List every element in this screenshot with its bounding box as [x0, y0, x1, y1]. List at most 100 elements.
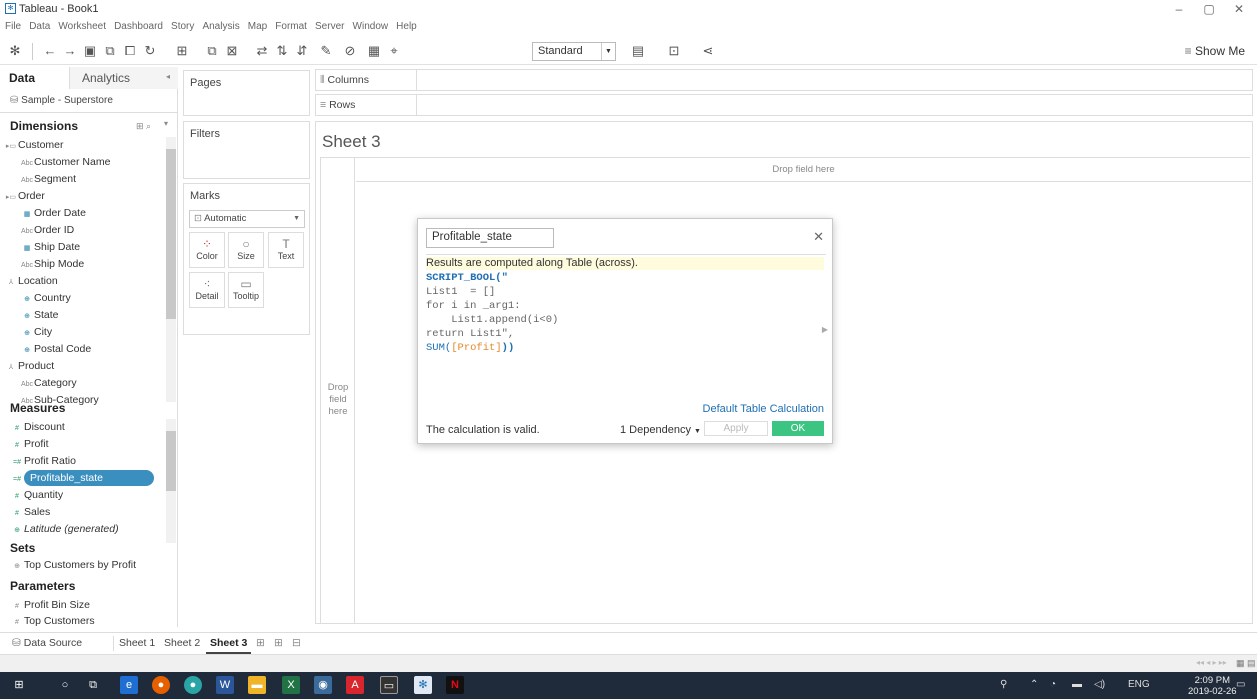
menu-map[interactable]: Map	[248, 19, 267, 35]
parameter-item[interactable]: # Top Customers	[10, 613, 176, 630]
new-worksheet-icon[interactable]: ⊞	[252, 633, 269, 654]
sort-ascending-icon[interactable]: ⇅	[274, 43, 290, 59]
tableau-taskbar-icon[interactable]: ✻	[414, 676, 432, 694]
chrome-icon[interactable]: ●	[184, 676, 202, 694]
dimension-field[interactable]: ⊕ Country	[20, 290, 186, 307]
dimension-folder[interactable]: ⅄ Location	[4, 273, 170, 290]
menu-data[interactable]: Data	[29, 19, 50, 35]
ok-button[interactable]: OK	[772, 421, 824, 436]
dimensions-scrollbar[interactable]	[166, 137, 176, 402]
dimension-field[interactable]: AbcCustomer Name	[20, 154, 186, 171]
netflix-icon[interactable]: N	[446, 676, 464, 694]
measures-scroll-thumb[interactable]	[166, 431, 176, 491]
columns-drop-zone[interactable]: Drop field here	[356, 158, 1251, 182]
dimension-field[interactable]: AbcCategory	[20, 375, 186, 392]
calculation-name-input[interactable]: Profitable_state	[426, 228, 554, 248]
menu-dashboard[interactable]: Dashboard	[114, 19, 163, 35]
group-icon[interactable]: ⊘	[342, 43, 358, 59]
fix-axes-icon[interactable]: ⌖	[386, 43, 402, 59]
search-icon[interactable]: ○	[56, 676, 74, 694]
dimension-field[interactable]: ⊕ State	[20, 307, 186, 324]
measure-field-selected[interactable]: =# Profitable_state	[10, 470, 165, 487]
tab-analytics[interactable]: Analytics ◂	[70, 67, 178, 89]
text-button[interactable]: T Text	[268, 232, 304, 268]
forward-icon[interactable]: →	[62, 43, 78, 59]
measure-field[interactable]: # Sales	[10, 504, 165, 521]
firefox-icon[interactable]: ●	[152, 676, 170, 694]
dimension-folder[interactable]: ▸▭ Customer	[4, 137, 170, 154]
dimension-field[interactable]: ⊕ Postal Code	[20, 341, 186, 358]
calculation-editor[interactable]: SCRIPT_BOOL(" List1 = [] for i in _arg1: L…	[426, 271, 816, 355]
dimensions-menu-icon[interactable]: ▾	[164, 119, 168, 128]
highlight-icon[interactable]: ✎	[318, 43, 334, 59]
menu-file[interactable]: File	[5, 19, 21, 35]
menu-help[interactable]: Help	[396, 19, 417, 35]
measure-field[interactable]: =# Profit Ratio	[10, 453, 165, 470]
set-item[interactable]: ⊕ Top Customers by Profit	[10, 557, 176, 574]
file-explorer-icon[interactable]: ▬	[248, 676, 266, 694]
windows-start-icon[interactable]: ⊞	[10, 676, 28, 694]
notifications-icon[interactable]: ▭	[1236, 679, 1245, 690]
expand-functions-icon[interactable]: ▶	[822, 325, 828, 334]
tableau-home-icon[interactable]: ✻	[7, 43, 23, 59]
battery-icon[interactable]: ▬	[1072, 679, 1082, 690]
sheet-tab-active[interactable]: Sheet 3	[206, 633, 252, 654]
menu-format[interactable]: Format	[275, 19, 307, 35]
dimensions-scroll-thumb[interactable]	[166, 149, 176, 319]
filters-card[interactable]: Filters	[183, 121, 310, 179]
labels-icon[interactable]: ▦	[366, 43, 382, 59]
dimension-folder[interactable]: ⅄ Product	[4, 358, 170, 375]
task-view-icon[interactable]: ⧉	[84, 676, 102, 694]
dimension-field[interactable]: AbcOrder ID	[20, 222, 186, 239]
acrobat-icon[interactable]: A	[346, 676, 364, 694]
people-icon[interactable]: ⚲	[1000, 679, 1007, 690]
columns-shelf[interactable]: ⦀ Columns	[315, 69, 1253, 91]
menu-story[interactable]: Story	[171, 19, 194, 35]
size-button[interactable]: ○ Size	[228, 232, 264, 268]
fit-select[interactable]: Standard ▼	[532, 42, 616, 61]
dependency-dropdown[interactable]: 1 Dependency ▼	[620, 424, 701, 436]
close-icon[interactable]: ✕	[813, 229, 824, 245]
measure-field[interactable]: ⊕ Latitude (generated)	[10, 521, 165, 538]
pause-updates-icon[interactable]: ⧠	[122, 43, 138, 59]
sheet-nav-icons[interactable]: ◂◂ ◂ ▸ ▸▸	[1196, 658, 1227, 667]
dimension-field[interactable]: ▦ Ship Date	[20, 239, 186, 256]
sheet-tab[interactable]: Sheet 1	[115, 633, 159, 654]
tab-data[interactable]: Data	[0, 67, 70, 89]
dimension-field[interactable]: AbcSegment	[20, 171, 186, 188]
dimension-field[interactable]: ▦ Order Date	[20, 205, 186, 222]
pages-card[interactable]: Pages	[183, 70, 310, 116]
terminal-icon[interactable]: ▭	[380, 676, 398, 694]
color-button[interactable]: ⁘ Color	[189, 232, 225, 268]
duplicate-sheet-icon[interactable]: ⧉	[204, 43, 220, 59]
sheet-tab[interactable]: Sheet 2	[160, 633, 204, 654]
data-source-tab[interactable]: ⛁ Data Source	[8, 633, 86, 654]
minimize-pane-icon[interactable]: ◂	[166, 72, 170, 81]
run-update-icon[interactable]: ↻	[142, 43, 158, 59]
measure-field[interactable]: # Quantity	[10, 487, 165, 504]
show-cards-icon[interactable]: ▤	[630, 43, 646, 59]
parameter-item[interactable]: # Profit Bin Size	[10, 597, 176, 614]
dimensions-search-icon[interactable]: ⊞ ⌕	[136, 121, 151, 132]
rows-shelf[interactable]: ≡ Rows	[315, 94, 1253, 116]
minimize-icon[interactable]: –	[1164, 0, 1194, 18]
default-table-calculation-link[interactable]: Default Table Calculation	[703, 403, 824, 415]
maximize-icon[interactable]: ▢	[1194, 0, 1224, 18]
word-icon[interactable]: W	[216, 676, 234, 694]
sort-descending-icon[interactable]: ⇵	[294, 43, 310, 59]
clear-sheet-icon[interactable]: ⊠	[224, 43, 240, 59]
tray-expand-icon[interactable]: ⌃	[1030, 679, 1038, 690]
tooltip-button[interactable]: ▭ Tooltip	[228, 272, 264, 308]
measure-field[interactable]: # Profit	[10, 436, 165, 453]
back-icon[interactable]: ←	[42, 43, 58, 59]
presentation-mode-icon[interactable]: ⊡	[666, 43, 682, 59]
save-icon[interactable]: ▣	[82, 43, 98, 59]
share-icon[interactable]: ⋖	[700, 43, 716, 59]
new-datasource-icon[interactable]: ⧉	[102, 43, 118, 59]
dimension-field[interactable]: ⊕ City	[20, 324, 186, 341]
edge-icon[interactable]: e	[120, 676, 138, 694]
app-icon[interactable]: ◉	[314, 676, 332, 694]
excel-icon[interactable]: X	[282, 676, 300, 694]
show-me-button[interactable]: ≡ Show Me	[1185, 44, 1245, 58]
dimension-folder[interactable]: ▸▭ Order	[4, 188, 170, 205]
